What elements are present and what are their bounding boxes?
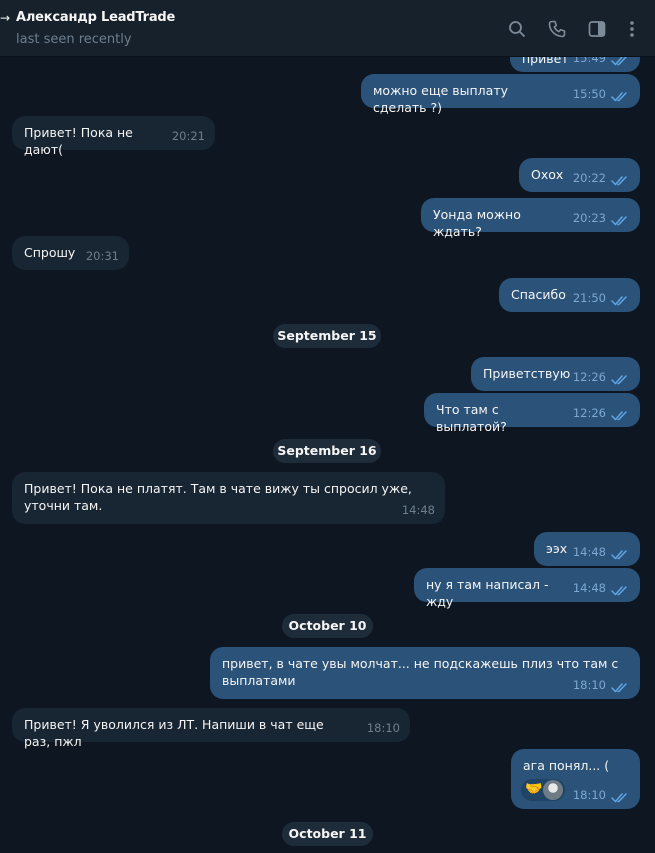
message-time: 12:26 [572,370,606,384]
outgoing-message[interactable]: Спасибо 21:50 [499,278,640,312]
date-separator: October 10 [282,614,373,638]
read-check-icon [611,792,630,803]
more-vert-icon[interactable] [622,19,642,39]
message-text: Приветствую [483,366,571,381]
message-time: 18:10 [572,788,606,802]
sidebar-toggle-icon[interactable] [587,19,607,39]
message-time: 12:26 [572,406,606,420]
message-list[interactable]: привет 15:49 можно еще выплату сделать ?) 1… [0,57,655,853]
chat-title[interactable]: Александр LeadTrade [16,10,175,25]
incoming-message[interactable]: Привет! Пока не платят. Там в чате вижу … [12,472,445,524]
outgoing-message[interactable]: привет 15:49 [510,57,640,72]
message-time: 14:48 [401,503,435,517]
date-separator: September 15 [273,324,381,348]
message-text: привет, в чате увы молчат... не подскаже… [222,656,619,688]
read-check-icon [611,374,630,385]
message-time: 14:48 [572,545,606,559]
outgoing-message[interactable]: Охох 20:22 [519,158,640,192]
read-check-icon [611,549,630,560]
outgoing-message[interactable]: ну я там написал - жду 14:48 [414,568,640,609]
outgoing-message[interactable]: привет, в чате увы молчат... не подскаже… [210,647,640,699]
outgoing-message[interactable]: ээх 14:48 [534,532,640,566]
read-check-icon [611,175,630,186]
message-text: Привет! Пока не платят. Там в чате вижу … [24,481,412,513]
read-check-icon [611,585,630,596]
incoming-message[interactable]: Привет! Пока не дают(20:21 [12,116,215,157]
chat-header: → Александр LeadTrade last seen recently [0,0,655,57]
search-icon[interactable] [507,19,527,39]
avatar [543,780,563,800]
date-separator: October 11 [282,822,373,846]
reaction-badge[interactable]: 🤝 [521,779,565,801]
date-separator: September 16 [273,439,381,463]
message-time: 20:21 [171,129,205,143]
outgoing-message[interactable]: Приветствую 12:26 [471,357,640,391]
message-time: 20:23 [572,211,606,225]
message-time: 21:50 [572,291,606,305]
back-arrow-icon[interactable]: → [0,11,16,25]
chat-status: last seen recently [16,32,132,47]
handshake-icon: 🤝 [525,781,543,797]
message-time: 15:50 [572,87,606,101]
message-time: 14:48 [572,581,606,595]
message-time: 20:22 [572,171,606,185]
message-text: Привет! Я уволился из ЛТ. Напиши в чат е… [24,717,324,749]
incoming-message[interactable]: Привет! Я уволился из ЛТ. Напиши в чат е… [12,708,410,749]
read-check-icon [611,682,630,693]
read-check-icon [611,295,630,306]
message-time: 15:49 [572,57,606,65]
message-text: ага понял... ( [523,758,610,773]
outgoing-message[interactable]: ага понял... ( 🤝 18:10 [511,749,640,809]
phone-icon[interactable] [547,19,567,39]
outgoing-message[interactable]: Уонда можно ждать? 20:23 [421,198,640,239]
incoming-message[interactable]: Спрошу 20:31 [12,236,129,270]
message-time: 18:10 [572,678,606,692]
outgoing-message[interactable]: можно еще выплату сделать ?) 15:50 [361,74,640,115]
read-check-icon [611,410,630,421]
message-time: 18:10 [366,721,400,735]
read-check-icon [611,57,630,66]
message-time: 20:31 [85,249,119,263]
read-check-icon [611,91,630,102]
read-check-icon [611,215,630,226]
outgoing-message[interactable]: Что там с выплатой? 12:26 [424,393,640,434]
